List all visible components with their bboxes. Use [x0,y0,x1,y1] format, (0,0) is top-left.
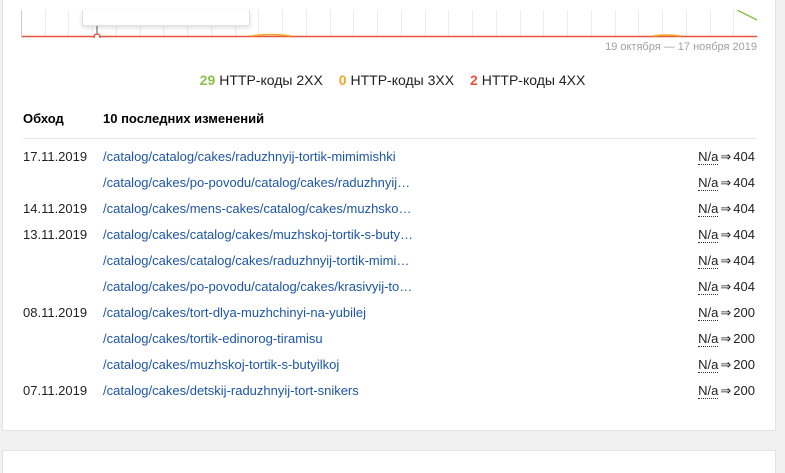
status-from[interactable]: N/a [698,383,719,399]
row-crawl-date: 13.11.2019 [23,227,88,242]
table-row: 07.11.2019/catalog/cakes/detskij-raduzhn… [23,379,756,405]
status-from[interactable]: N/a [698,331,719,347]
row-status-change: N/a ⇒ 404 [698,197,755,221]
status-to: 404 [733,253,755,268]
status-from[interactable]: N/a [698,357,719,373]
row-status-change: N/a ⇒ 404 [698,171,755,195]
row-status-change: N/a ⇒ 404 [698,145,755,169]
row-crawl-date: 07.11.2019 [23,383,88,398]
row-crawl-date: 17.11.2019 [23,149,88,164]
table-row: /catalog/cakes/muzhskoj-tortik-s-butyilk… [23,353,756,379]
table-row: /catalog/cakes/tortik-edinorog-tiramisu N… [23,327,756,353]
next-card [2,450,776,473]
status-arrow: ⇒ [720,175,732,190]
table-row: 17.11.2019/catalog/catalog/cakes/raduzhn… [23,145,756,171]
legend-label-3xx: HTTP-коды 3XX [350,72,455,88]
status-to: 200 [733,357,755,372]
status-to: 404 [733,227,755,242]
table-row: 14.11.2019/catalog/cakes/mens-cakes/cata… [23,197,756,223]
row-status-change: N/a ⇒ 200 [698,301,755,325]
series-2xx-line [736,10,757,21]
row-status-change: N/a ⇒ 200 [698,353,755,377]
legend-item-2xx[interactable]: 29 HTTP-коды 2XX [200,72,323,88]
legend-count-2xx: 29 [199,72,216,88]
chart-tooltip [82,10,250,26]
status-from[interactable]: N/a [698,279,719,295]
legend-count-4xx: 2 [469,72,478,88]
status-arrow: ⇒ [720,331,732,346]
http-codes-chart [21,10,757,38]
status-arrow: ⇒ [720,149,732,164]
status-from[interactable]: N/a [698,201,719,217]
legend-count-3xx: 0 [338,72,347,88]
legend-item-4xx[interactable]: 2 HTTP-коды 4XX [470,72,585,88]
status-arrow: ⇒ [720,253,732,268]
legend-label-2xx: HTTP-коды 2XX [219,72,323,88]
table-row: 13.11.2019/catalog/cakes/catalog/cakes/m… [23,223,756,249]
table-row: /catalog/cakes/po-povodu/catalog/cakes/k… [23,275,756,301]
row-url-link[interactable]: /catalog/cakes/muzhskoj-tortik-s-butyilk… [103,353,339,377]
status-arrow: ⇒ [720,383,732,398]
status-from[interactable]: N/a [698,305,719,321]
chart-legend: 29 HTTP-коды 2XX 0 HTTP-коды 3XX 2 HTTP-код… [0,72,785,88]
row-status-change: N/a ⇒ 200 [698,379,755,403]
status-to: 404 [733,149,755,164]
chart-date-range: 19 октября — 17 ноября 2019 [605,41,757,53]
status-to: 404 [733,175,755,190]
row-status-change: N/a ⇒ 200 [698,327,755,351]
table-row: 08.11.2019/catalog/cakes/tort-dlya-muzhc… [23,301,756,327]
status-from[interactable]: N/a [698,149,719,165]
row-status-change: N/a ⇒ 404 [698,275,755,299]
status-to: 404 [733,201,755,216]
row-crawl-date: 14.11.2019 [23,201,88,216]
changes-table-header: Обход 10 последних изменений [23,111,756,139]
status-arrow: ⇒ [720,227,732,242]
row-url-link[interactable]: /catalog/cakes/mens-cakes/catalog/cakes/… [103,197,412,221]
row-url-link[interactable]: /catalog/catalog/cakes/raduzhnyij-tortik… [103,145,396,169]
row-url-link[interactable]: /catalog/cakes/po-povodu/catalog/cakes/r… [103,171,410,195]
status-to: 200 [733,305,755,320]
row-url-link[interactable]: /catalog/cakes/detskij-raduzhnyij-tort-s… [103,379,359,403]
row-status-change: N/a ⇒ 404 [698,249,755,273]
column-header-changes: 10 последних изменений [103,111,265,126]
status-arrow: ⇒ [720,201,732,216]
status-to: 200 [733,331,755,346]
row-url-link[interactable]: /catalog/cakes/catalog/cakes/muzhskoj-to… [103,223,413,247]
status-arrow: ⇒ [720,279,732,294]
legend-item-3xx[interactable]: 0 HTTP-коды 3XX [339,72,454,88]
row-url-link[interactable]: /catalog/cakes/catalog/cakes/raduzhnyij-… [103,249,409,273]
row-url-link[interactable]: /catalog/cakes/tort-dlya-muzhchinyi-na-y… [103,301,366,325]
row-url-link[interactable]: /catalog/cakes/po-povodu/catalog/cakes/k… [103,275,412,299]
status-to: 404 [733,279,755,294]
table-row: /catalog/cakes/catalog/cakes/raduzhnyij-… [23,249,756,275]
column-header-crawl: Обход [23,111,64,126]
status-from[interactable]: N/a [698,253,719,269]
status-from[interactable]: N/a [698,227,719,243]
status-arrow: ⇒ [720,305,732,320]
legend-label-4xx: HTTP-коды 4XX [481,72,586,88]
status-to: 200 [733,383,755,398]
row-crawl-date: 08.11.2019 [23,305,88,320]
status-from[interactable]: N/a [698,175,719,191]
table-row: /catalog/cakes/po-povodu/catalog/cakes/r… [23,171,756,197]
status-arrow: ⇒ [720,357,732,372]
changes-table-body: 17.11.2019/catalog/catalog/cakes/raduzhn… [23,145,756,405]
hover-point[interactable] [93,33,101,38]
row-url-link[interactable]: /catalog/cakes/tortik-edinorog-tiramisu [103,327,323,351]
row-status-change: N/a ⇒ 404 [698,223,755,247]
